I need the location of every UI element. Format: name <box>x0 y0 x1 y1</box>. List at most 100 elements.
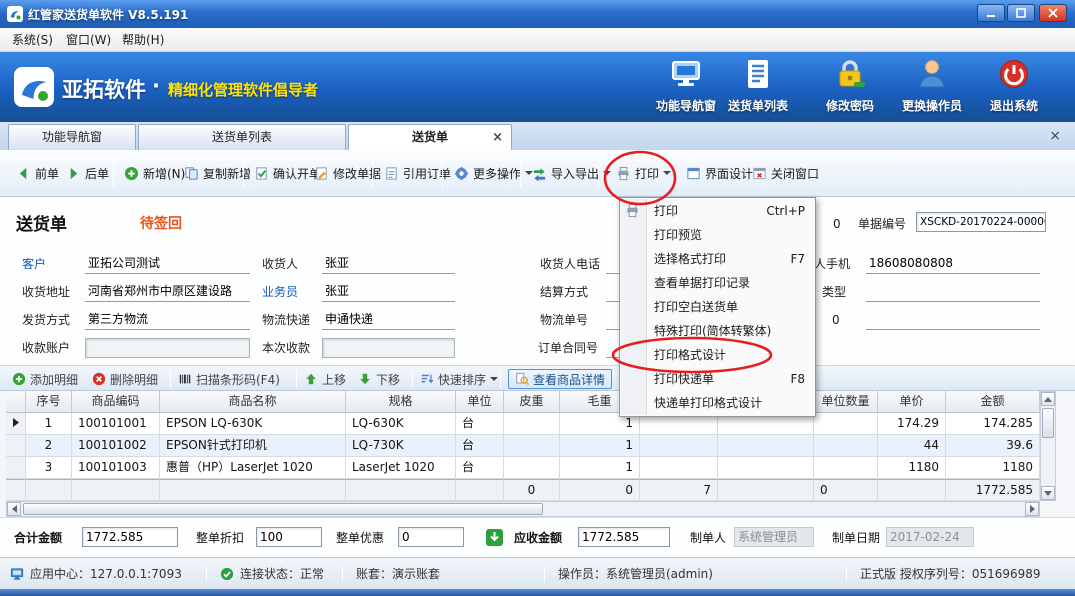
ref-order-button[interactable]: 引用订单 <box>380 159 455 187</box>
menu-item-select-format-print[interactable]: 选择格式打印 F7 <box>620 247 815 271</box>
table-cell[interactable]: 惠普（HP）LaserJet 1020 <box>160 457 346 479</box>
edit-doc-button[interactable]: 修改单据 <box>310 159 385 187</box>
customer-label[interactable]: 客户 <box>22 254 46 274</box>
menu-item-express-format-design[interactable]: 快递单打印格式设计 <box>620 391 815 415</box>
minimize-button[interactable] <box>977 4 1005 22</box>
table-cell[interactable] <box>640 435 718 457</box>
scroll-down-button[interactable] <box>1041 486 1055 500</box>
scan-barcode-button[interactable]: 扫描条形码(F4) <box>178 369 280 389</box>
tab-delivery-note[interactable]: 送货单 × <box>348 124 512 150</box>
account-field[interactable] <box>85 338 250 358</box>
menu-item-print-blank-note[interactable]: 打印空白送货单 <box>620 295 815 319</box>
ui-design-button[interactable]: 界面设计 <box>682 159 757 187</box>
tab-nav-window[interactable]: 功能导航窗 <box>8 124 136 150</box>
table-cell[interactable] <box>504 435 560 457</box>
table-row[interactable]: 3 100101003 惠普（HP）LaserJet 1020 LaserJet… <box>6 457 1040 479</box>
move-up-button[interactable]: 上移 <box>304 369 346 389</box>
table-cell[interactable]: 台 <box>456 435 504 457</box>
tab-delivery-list[interactable]: 送货单列表 <box>138 124 346 150</box>
table-cell[interactable]: 39.6 <box>946 435 1040 457</box>
header-cell-price[interactable]: 单价 <box>878 391 946 413</box>
table-cell[interactable] <box>504 413 560 435</box>
menu-system[interactable]: 系统(S) <box>6 32 59 49</box>
header-cell-tare[interactable]: 皮重 <box>504 391 560 413</box>
banner-action-exit-system[interactable]: 退出系统 <box>978 57 1050 119</box>
reduction-field[interactable]: 0 <box>398 527 464 547</box>
menu-item-view-print-log[interactable]: 查看单据打印记录 <box>620 271 815 295</box>
prev-doc-button[interactable]: 前单 <box>12 159 63 187</box>
weight-field[interactable] <box>866 310 1040 330</box>
new-doc-button[interactable]: 新增(N) <box>120 159 189 187</box>
consignee-field[interactable]: 张亚 <box>322 254 455 274</box>
table-cell[interactable]: 2 <box>26 435 72 457</box>
tab-close-icon[interactable]: × <box>492 131 503 145</box>
menu-window[interactable]: 窗口(W) <box>60 32 117 49</box>
header-cell-amount[interactable]: 金额 <box>946 391 1040 413</box>
print-button[interactable]: 打印 <box>612 159 675 187</box>
table-cell[interactable]: EPSON LQ-630K <box>160 413 346 435</box>
table-cell[interactable]: 台 <box>456 413 504 435</box>
table-cell[interactable]: 100101002 <box>72 435 160 457</box>
discount-field[interactable]: 100 <box>256 527 322 547</box>
table-cell[interactable] <box>814 413 878 435</box>
table-cell[interactable]: LaserJet 1020 <box>346 457 456 479</box>
table-cell[interactable]: 100101001 <box>72 413 160 435</box>
table-cell[interactable]: LQ-730K <box>346 435 456 457</box>
add-row-button[interactable]: 添加明细 <box>12 369 78 389</box>
ship-method-field[interactable]: 第三方物流 <box>85 310 250 330</box>
table-cell[interactable] <box>814 435 878 457</box>
import-export-button[interactable]: 导入导出 <box>528 159 615 187</box>
customer-field[interactable]: 亚拓公司测试 <box>85 254 250 274</box>
table-cell[interactable]: 台 <box>456 457 504 479</box>
move-down-button[interactable]: 下移 <box>358 369 400 389</box>
money-icon[interactable] <box>486 529 503 546</box>
table-cell[interactable] <box>718 435 814 457</box>
horizontal-scrollbar[interactable] <box>6 501 1040 517</box>
scroll-thumb[interactable] <box>1042 408 1054 438</box>
receipt-field[interactable] <box>322 338 455 358</box>
close-window-button[interactable]: 关闭窗口 <box>748 159 823 187</box>
menu-item-special-print[interactable]: 特殊打印(简体转繁体) <box>620 319 815 343</box>
total-amount-field[interactable]: 1772.585 <box>82 527 178 547</box>
banner-action-delivery-list[interactable]: 送货单列表 <box>722 57 794 119</box>
table-row[interactable]: 1 100101001 EPSON LQ-630K LQ-630K 台 1 17… <box>6 413 1040 435</box>
table-cell[interactable]: 100101003 <box>72 457 160 479</box>
table-cell[interactable]: 1 <box>26 413 72 435</box>
table-cell[interactable]: 1180 <box>878 457 946 479</box>
banner-action-nav-window[interactable]: 功能导航窗 <box>650 57 722 119</box>
mobile-field[interactable]: 18608080808 <box>866 254 1040 274</box>
table-cell[interactable]: EPSON针式打印机 <box>160 435 346 457</box>
doc-no-field[interactable]: XSCKD-20170224-000008 <box>916 212 1046 232</box>
header-cell-spec[interactable]: 规格 <box>346 391 456 413</box>
table-cell[interactable] <box>640 457 718 479</box>
address-field[interactable]: 河南省郑州市中原区建设路 <box>85 282 250 302</box>
table-cell[interactable]: 174.285 <box>946 413 1040 435</box>
table-row[interactable]: 2 100101002 EPSON针式打印机 LQ-730K 台 1 44 39… <box>6 435 1040 457</box>
vertical-scrollbar[interactable] <box>1040 391 1056 501</box>
logistics-field[interactable]: 申通快递 <box>322 310 455 330</box>
delete-row-button[interactable]: 删除明细 <box>92 369 158 389</box>
menu-item-print[interactable]: 打印 Ctrl+P <box>620 199 815 223</box>
menu-help[interactable]: 帮助(H) <box>116 32 170 49</box>
menu-item-print-preview[interactable]: 打印预览 <box>620 223 815 247</box>
salesman-label[interactable]: 业务员 <box>262 282 298 302</box>
table-cell[interactable]: 3 <box>26 457 72 479</box>
menu-item-print-format-design[interactable]: 打印格式设计 <box>620 343 815 367</box>
close-button[interactable] <box>1039 4 1067 22</box>
header-cell-code[interactable]: 商品编码 <box>72 391 160 413</box>
table-cell[interactable]: 1 <box>560 457 640 479</box>
more-ops-button[interactable]: 更多操作 <box>450 159 537 187</box>
scroll-thumb[interactable] <box>23 503 543 515</box>
scroll-left-button[interactable] <box>7 502 21 516</box>
receivable-field[interactable]: 1772.585 <box>578 527 670 547</box>
type-field[interactable] <box>866 282 1040 302</box>
next-doc-button[interactable]: 后单 <box>62 159 113 187</box>
table-cell[interactable]: 1 <box>560 435 640 457</box>
table-cell[interactable]: 44 <box>878 435 946 457</box>
table-cell[interactable]: LQ-630K <box>346 413 456 435</box>
header-cell-unit[interactable]: 单位 <box>456 391 504 413</box>
maximize-button[interactable] <box>1007 4 1035 22</box>
tabbar-close-icon[interactable]: × <box>1049 129 1061 143</box>
quick-sort-button[interactable]: 快速排序 <box>420 369 498 389</box>
header-cell-seq[interactable]: 序号 <box>26 391 72 413</box>
